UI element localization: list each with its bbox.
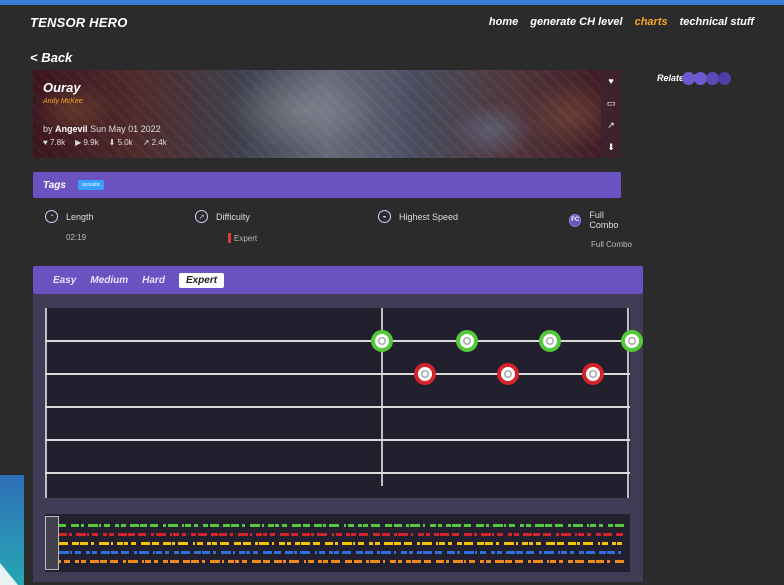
nav-links: home generate CH level charts technical … [489, 16, 754, 28]
shares-stat: ↗ 2.4k [143, 138, 167, 147]
desktop-background-corner [0, 475, 24, 585]
download-button-icon[interactable]: ⬇ [607, 142, 615, 152]
plays-stat: ▶ 9.9k [75, 138, 99, 147]
nav-link-technical[interactable]: technical stuff [680, 16, 754, 28]
tags-label: Tags [43, 179, 66, 191]
chart-stats: ♥ 7.8k ▶ 9.9k ⬇ 5.0k ↗ 2.4k [43, 138, 167, 147]
downloads-count: 5.0k [117, 138, 133, 147]
clock-icon: ◔ [45, 210, 58, 223]
downloads-stat: ⬇ 5.0k [109, 138, 133, 147]
nav-link-home[interactable]: home [489, 16, 518, 28]
lane-yellow [45, 406, 630, 408]
green-note [371, 330, 393, 352]
fullcombo-info: FC Full Combo Full Combo [569, 210, 633, 249]
loading-dot [718, 72, 731, 85]
song-artist[interactable]: Andy McKee [43, 98, 83, 105]
nav-link-charts[interactable]: charts [635, 16, 668, 28]
heart-icon: ♥ [43, 138, 48, 147]
tag-badge[interactable]: acoustic [77, 180, 105, 190]
brand-logo[interactable]: TENSOR HERO [30, 15, 128, 30]
plays-count: 9.9k [83, 138, 99, 147]
back-button[interactable]: < Back [30, 50, 72, 65]
likes-count: 7.8k [49, 138, 66, 147]
comment-button-icon[interactable]: ▭ [607, 98, 616, 108]
red-note [414, 363, 436, 385]
banner-action-bar: ♥ ▭ ↗ ⬇ [601, 70, 621, 158]
minimap-lane [59, 542, 624, 545]
play-icon: ▶ [75, 138, 82, 147]
green-note [621, 330, 643, 352]
share-icon: ↗ [142, 138, 150, 147]
song-overview-minimap[interactable] [45, 514, 630, 572]
chart-preview [33, 294, 643, 582]
minimap-lane [59, 524, 624, 527]
tags-bar: Tags acoustic [33, 172, 621, 198]
fc-badge-icon: FC [569, 213, 582, 227]
highway-left-edge [45, 308, 47, 498]
tab-expert[interactable]: Expert [178, 272, 225, 288]
charter-name[interactable]: Angevil [55, 124, 88, 134]
length-info: ◔ Length 02:19 [45, 210, 94, 242]
by-prefix: by [43, 124, 53, 134]
red-note [582, 363, 604, 385]
tab-easy[interactable]: Easy [53, 275, 76, 286]
difficulty-tabs: Easy Medium Hard Expert [33, 266, 643, 294]
difficulty-label: Difficulty [216, 211, 250, 222]
minimap-lane [59, 533, 624, 536]
chart-date: Sun May 01 2022 [90, 124, 161, 134]
shares-count: 2.4k [151, 138, 167, 147]
difficulty-value: Expert [228, 233, 257, 243]
related-charts-loading [682, 72, 731, 86]
lane-orange [45, 472, 630, 474]
like-button-icon[interactable]: ♥ [608, 76, 613, 86]
tab-hard[interactable]: Hard [142, 275, 165, 286]
lane-red [45, 373, 630, 375]
chart-info-row: ◔ Length 02:19 ↗ Difficulty Expert ◒ Highes… [33, 210, 633, 250]
speedometer-icon: ◒ [378, 210, 391, 223]
top-navbar: TENSOR HERO home generate CH level chart… [0, 5, 784, 41]
tab-medium[interactable]: Medium [90, 275, 128, 286]
difficulty-color-marker [228, 233, 231, 243]
minimap-viewport[interactable] [45, 516, 59, 570]
download-icon: ⬇ [108, 138, 116, 147]
share-button-icon[interactable]: ↗ [607, 120, 615, 130]
speed-info: ◒ Highest Speed [378, 210, 458, 233]
green-note [539, 330, 561, 352]
difficulty-value-text: Expert [234, 233, 258, 243]
fullcombo-label: Full Combo [589, 210, 619, 230]
difficulty-icon: ↗ [195, 210, 208, 223]
minimap-lane [59, 560, 624, 563]
lane-blue [45, 439, 630, 441]
difficulty-info: ↗ Difficulty Expert [195, 210, 257, 243]
song-banner: Ouray Andy McKee by Angevil Sun May 01 2… [33, 70, 621, 158]
length-value: 02:19 [66, 233, 87, 242]
nav-link-generate[interactable]: generate CH level [530, 16, 622, 28]
length-label: Length [66, 211, 94, 222]
likes-stat: ♥ 7.8k [43, 138, 65, 147]
note-highway[interactable] [45, 308, 643, 498]
fullcombo-value: Full Combo [591, 240, 632, 249]
green-note [456, 330, 478, 352]
minimap-lane [59, 551, 624, 554]
chart-meta: by Angevil Sun May 01 2022 [43, 124, 161, 134]
song-title: Ouray [43, 80, 81, 95]
speed-label: Highest Speed [399, 211, 459, 222]
red-note [497, 363, 519, 385]
